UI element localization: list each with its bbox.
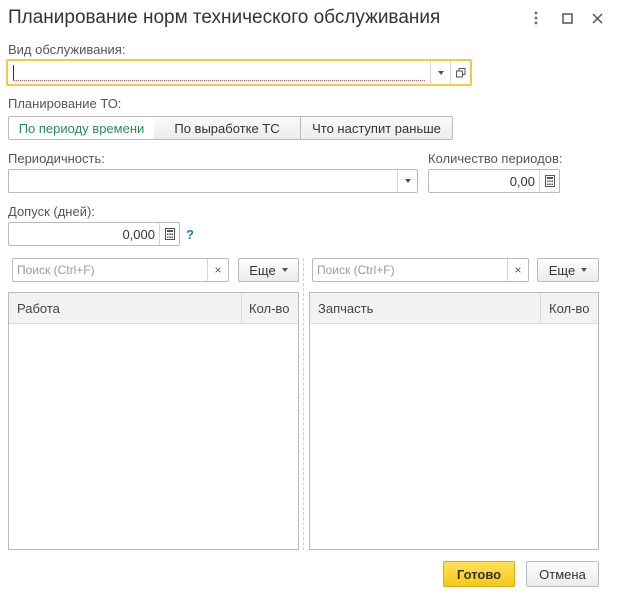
right-search-placeholder: Поиск (Ctrl+F)	[317, 263, 395, 277]
done-button[interactable]: Готово	[443, 561, 515, 587]
text-caret	[13, 65, 14, 80]
periodicity-dropdown-button[interactable]	[397, 170, 417, 192]
right-search-input[interactable]: Поиск (Ctrl+F) ×	[312, 258, 529, 282]
maximize-icon[interactable]	[558, 8, 576, 28]
kebab-menu-icon[interactable]	[527, 8, 545, 28]
page-title: Планирование норм технического обслужива…	[8, 7, 441, 28]
chevron-down-icon	[281, 268, 288, 272]
tolerance-label: Допуск (дней):	[8, 204, 95, 219]
tolerance-field[interactable]: 0,000	[8, 222, 180, 246]
period-count-field[interactable]: 0,00	[428, 169, 560, 193]
periodicity-label: Периодичность:	[8, 151, 105, 166]
period-count-label: Количество периодов:	[428, 151, 563, 166]
periodicity-field[interactable]	[8, 169, 418, 193]
service-type-field[interactable]	[6, 59, 472, 86]
planning-label: Планирование ТО:	[8, 96, 122, 111]
left-more-button[interactable]: Еще	[238, 258, 299, 282]
left-search-input[interactable]: Поиск (Ctrl+F) ×	[12, 258, 229, 282]
service-type-dropdown-button[interactable]	[430, 61, 450, 84]
left-more-label: Еще	[249, 262, 276, 278]
tolerance-value: 0,000	[122, 227, 155, 242]
calculator-icon	[164, 228, 175, 240]
period-count-calculator-button[interactable]	[539, 170, 559, 192]
chevron-down-icon	[404, 179, 411, 183]
period-count-value: 0,00	[509, 174, 535, 189]
open-form-icon	[455, 67, 465, 77]
required-underline	[13, 80, 425, 81]
right-more-button[interactable]: Еще	[537, 258, 599, 282]
column-header-qty[interactable]: Кол-во	[249, 301, 289, 316]
column-header-part[interactable]: Запчасть	[318, 301, 373, 316]
planning-option-whichever-first[interactable]: Что наступит раньше	[301, 116, 453, 140]
help-icon[interactable]: ?	[186, 227, 194, 242]
close-icon[interactable]	[588, 8, 606, 28]
works-table[interactable]: Работа Кол-во	[8, 292, 299, 550]
column-header-work[interactable]: Работа	[17, 301, 60, 316]
right-more-label: Еще	[548, 262, 576, 278]
left-search-placeholder: Поиск (Ctrl+F)	[17, 263, 95, 277]
chevron-down-icon	[437, 70, 444, 75]
clear-icon[interactable]: ×	[207, 259, 228, 281]
chevron-down-icon	[581, 268, 588, 272]
parts-table-header: Запчасть Кол-во	[310, 293, 598, 324]
planning-option-by-mileage[interactable]: По выработке ТС	[154, 116, 301, 140]
parts-table[interactable]: Запчасть Кол-во	[309, 292, 599, 550]
planning-option-by-time[interactable]: По периоду времени	[8, 116, 155, 140]
service-type-open-button[interactable]	[450, 61, 470, 84]
column-header-qty[interactable]: Кол-во	[549, 301, 589, 316]
works-table-header: Работа Кол-во	[9, 293, 298, 324]
clear-icon[interactable]: ×	[507, 259, 528, 281]
tolerance-calculator-button[interactable]	[159, 223, 179, 245]
service-type-label: Вид обслуживания:	[8, 42, 126, 57]
panel-splitter[interactable]	[303, 258, 304, 550]
cancel-button[interactable]: Отмена	[526, 561, 599, 587]
calculator-icon	[544, 175, 555, 187]
